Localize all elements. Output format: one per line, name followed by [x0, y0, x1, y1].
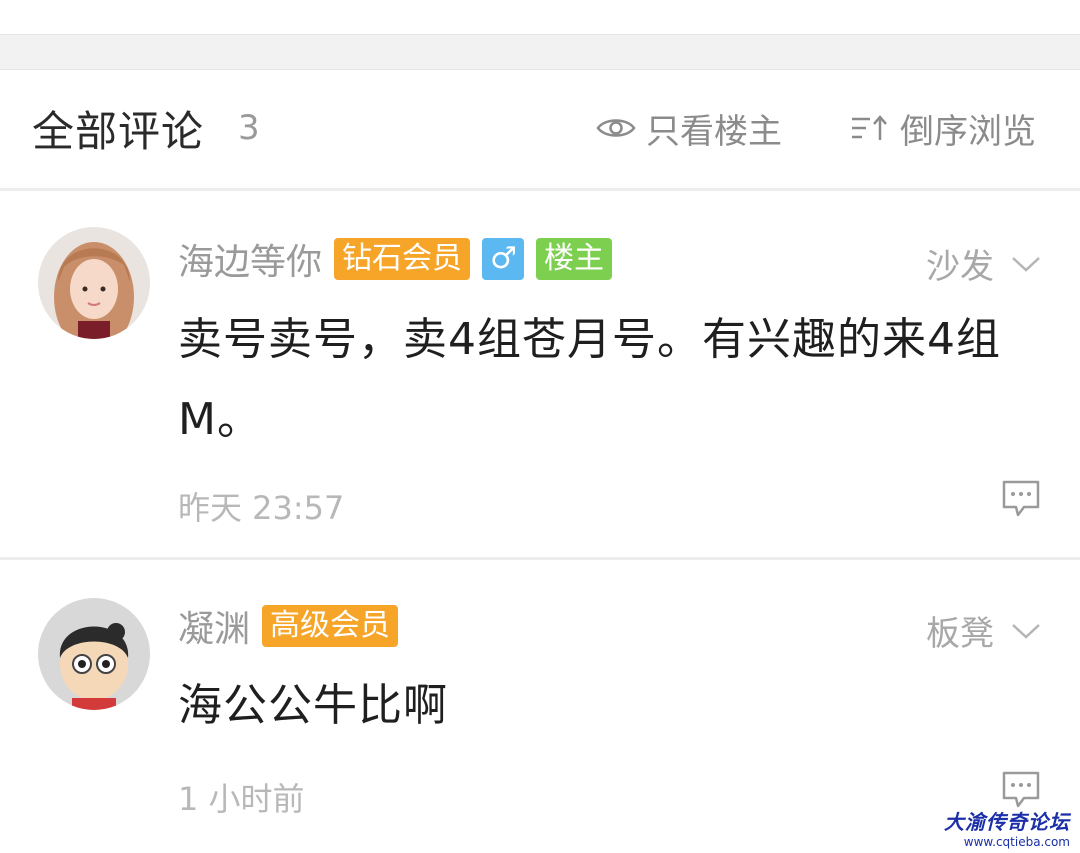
comment-item: 凝渊 高级会员 板凳 海公公牛比啊 1 小时前: [0, 560, 1080, 853]
avatar[interactable]: [38, 227, 150, 339]
site-watermark: 大渝传奇论坛 www.cqtieba.com: [944, 806, 1070, 849]
reverse-order-button[interactable]: 倒序浏览: [850, 106, 1036, 152]
avatar[interactable]: [38, 598, 150, 710]
user-info-row: 海边等你 钻石会员 ♂ 楼主: [178, 237, 624, 283]
only-owner-button[interactable]: 只看楼主: [596, 106, 782, 152]
floor-menu[interactable]: 板凳: [926, 606, 1042, 655]
floor-label: 板凳: [926, 614, 994, 654]
comment-item: 海边等你 钻石会员 ♂ 楼主 沙发 卖号卖号，卖4组苍月号。有兴趣的来4组M。 …: [0, 191, 1080, 557]
section-divider-band: [0, 34, 1080, 70]
watermark-url: www.cqtieba.com: [963, 835, 1070, 849]
eye-icon: [596, 119, 636, 137]
chevron-down-icon: [1012, 623, 1040, 639]
comment-text: 卖号卖号，卖4组苍月号。有兴趣的来4组M。: [178, 314, 1001, 445]
comments-title: 全部评论: [32, 107, 205, 156]
watermark-title: 大渝传奇论坛: [944, 810, 1070, 834]
top-area: [0, 0, 1080, 34]
username[interactable]: 凝渊: [178, 600, 250, 652]
comment-text: 海公公牛比啊: [178, 680, 448, 731]
sort-icon: [852, 115, 887, 140]
comments-count: 3: [238, 108, 260, 148]
comment-time: 昨天 23:57: [178, 489, 345, 527]
user-info-row: 凝渊 高级会员: [178, 604, 410, 650]
only-owner-label: 只看楼主: [646, 111, 782, 152]
senior-member-badge: 高级会员: [262, 605, 399, 647]
male-gender-badge: ♂: [482, 238, 525, 280]
thread-owner-badge: 楼主: [536, 238, 613, 280]
chevron-down-icon: [1012, 256, 1040, 272]
floor-label: 沙发: [926, 247, 994, 287]
diamond-member-badge: 钻石会员: [334, 238, 471, 280]
comment-bubble-icon[interactable]: [1000, 479, 1042, 519]
comment-time: 1 小时前: [178, 780, 305, 818]
floor-menu[interactable]: 沙发: [926, 239, 1042, 288]
comments-header: 全部评论 3 只看楼主 倒序浏览: [0, 68, 1080, 190]
reverse-order-label: 倒序浏览: [900, 111, 1036, 152]
comment-bubble-icon[interactable]: [1000, 770, 1042, 810]
username[interactable]: 海边等你: [178, 233, 322, 285]
